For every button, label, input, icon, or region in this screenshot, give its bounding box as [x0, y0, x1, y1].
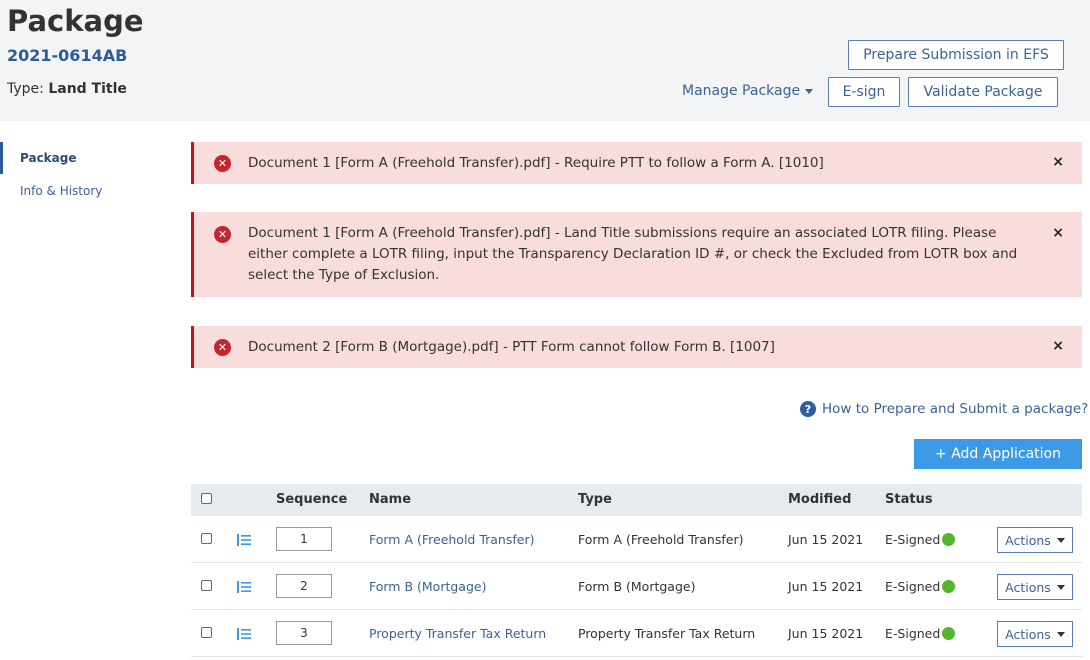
- caret-down-icon: [1056, 631, 1065, 637]
- application-name-link[interactable]: Property Transfer Tax Return: [369, 626, 546, 641]
- modified-date: Jun 15 2021: [788, 626, 864, 641]
- question-circle-icon: ?: [800, 401, 816, 417]
- actions-dropdown[interactable]: Actions: [997, 621, 1073, 647]
- status: E-Signed: [885, 626, 956, 641]
- help-link[interactable]: ? How to Prepare and Submit a package?: [800, 401, 1088, 417]
- reorder-list-icon[interactable]: [237, 534, 251, 546]
- close-icon[interactable]: ×: [1052, 154, 1064, 170]
- actions-dropdown[interactable]: Actions: [997, 574, 1073, 600]
- application-type: Property Transfer Tax Return: [578, 626, 756, 641]
- actions-label: Actions: [1005, 532, 1051, 548]
- status-green-dot-icon: [942, 580, 956, 593]
- table-row: 3 Property Transfer Tax Return Property …: [191, 610, 1082, 657]
- column-header-status: Status: [885, 492, 933, 507]
- status: E-Signed: [885, 532, 956, 547]
- sequence-input[interactable]: 3: [276, 621, 332, 645]
- error-icon: ✕: [214, 226, 231, 243]
- help-link-text: How to Prepare and Submit a package?: [822, 401, 1089, 417]
- manage-package-dropdown[interactable]: Manage Package: [682, 83, 814, 99]
- status: E-Signed: [885, 579, 956, 594]
- application-name-link[interactable]: Form A (Freehold Transfer): [369, 532, 534, 547]
- sequence-input[interactable]: 2: [276, 574, 332, 598]
- status-text: E-Signed: [885, 626, 941, 641]
- status-green-dot-icon: [942, 533, 956, 546]
- close-icon[interactable]: ×: [1052, 338, 1064, 354]
- error-icon: ✕: [214, 155, 231, 172]
- actions-label: Actions: [1005, 579, 1051, 595]
- manage-package-label: Manage Package: [682, 83, 801, 99]
- actions-label: Actions: [1005, 626, 1051, 642]
- page-title: Package: [7, 4, 144, 38]
- package-type: Type: Land Title: [7, 81, 127, 97]
- alert-message: Document 1 [Form A (Freehold Transfer).p…: [248, 155, 824, 171]
- package-type-value: Land Title: [48, 81, 127, 97]
- column-header-modified: Modified: [788, 492, 852, 507]
- select-all-checkbox[interactable]: [201, 493, 212, 504]
- application-name-link[interactable]: Form B (Mortgage): [369, 579, 486, 594]
- column-header-name: Name: [369, 492, 412, 507]
- modified-date: Jun 15 2021: [788, 532, 864, 547]
- row-checkbox[interactable]: [201, 627, 212, 638]
- reorder-list-icon[interactable]: [237, 628, 251, 640]
- package-id: 2021-0614AB: [7, 46, 128, 65]
- application-type: Form A (Freehold Transfer): [578, 532, 744, 547]
- alert-message: Document 2 [Form B (Mortgage).pdf] - PTT…: [248, 339, 775, 355]
- add-application-button[interactable]: + Add Application: [914, 439, 1082, 469]
- actions-dropdown[interactable]: Actions: [997, 527, 1073, 553]
- table-row: 2 Form B (Mortgage) Form B (Mortgage) Ju…: [191, 563, 1082, 610]
- row-checkbox[interactable]: [201, 580, 212, 591]
- error-alert: ✕ Document 2 [Form B (Mortgage).pdf] - P…: [191, 326, 1082, 368]
- table-header: Sequence Name Type Modified Status: [191, 484, 1082, 516]
- sequence-input[interactable]: 1: [276, 527, 332, 551]
- caret-down-icon: [805, 88, 814, 94]
- column-header-sequence: Sequence: [276, 492, 348, 507]
- sidebar-item-info-history[interactable]: Info & History: [0, 175, 160, 207]
- status-text: E-Signed: [885, 579, 941, 594]
- alert-message: Document 1 [Form A (Freehold Transfer).p…: [248, 225, 1018, 283]
- row-checkbox[interactable]: [201, 533, 212, 544]
- error-icon: ✕: [214, 339, 231, 356]
- error-alert: ✕ Document 1 [Form A (Freehold Transfer)…: [191, 212, 1082, 297]
- error-alert: ✕ Document 1 [Form A (Freehold Transfer)…: [191, 142, 1082, 184]
- caret-down-icon: [1056, 537, 1065, 543]
- close-icon[interactable]: ×: [1052, 225, 1064, 241]
- esign-button[interactable]: E-sign: [828, 77, 900, 107]
- status-text: E-Signed: [885, 532, 941, 547]
- table-row: 1 Form A (Freehold Transfer) Form A (Fre…: [191, 516, 1082, 563]
- column-header-type: Type: [578, 492, 612, 507]
- application-type: Form B (Mortgage): [578, 579, 696, 594]
- package-header: Package 2021-0614AB Type: Land Title Pre…: [0, 0, 1090, 121]
- package-type-label: Type:: [7, 81, 44, 97]
- caret-down-icon: [1056, 584, 1065, 590]
- validate-package-button[interactable]: Validate Package: [908, 77, 1058, 107]
- sidebar-item-package[interactable]: Package: [0, 142, 160, 174]
- status-green-dot-icon: [942, 627, 956, 640]
- reorder-list-icon[interactable]: [237, 581, 251, 593]
- prepare-submission-efs-button[interactable]: Prepare Submission in EFS: [848, 40, 1064, 70]
- modified-date: Jun 15 2021: [788, 579, 864, 594]
